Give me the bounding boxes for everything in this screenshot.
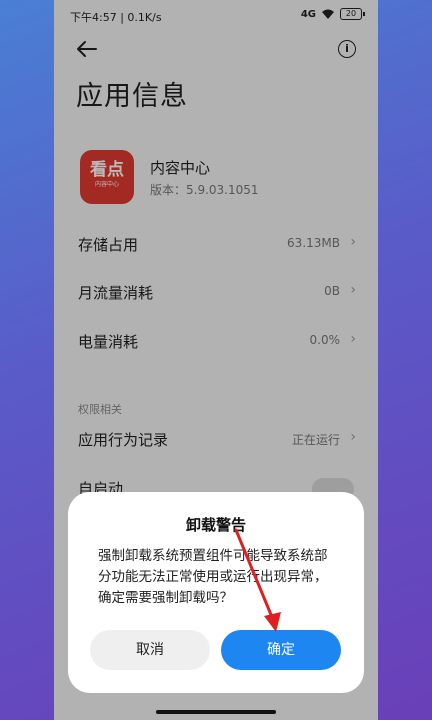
- confirm-button[interactable]: 确定: [221, 630, 341, 670]
- dialog-title: 卸载警告: [185, 516, 246, 534]
- dialog-message: 强制卸载系统预置组件可能导致系统部分功能无法正常使用或运行出现异常，确定需要强制…: [98, 548, 328, 606]
- uninstall-warning-dialog: 卸载警告 强制卸载系统预置组件可能导致系统部分功能无法正常使用或运行出现异常，确…: [68, 492, 364, 693]
- phone-screen: 下午4:57 | 0.1K/s 4G 20 i 应用信息 看点 内容中心 内容中…: [54, 0, 378, 720]
- home-indicator[interactable]: [156, 710, 276, 714]
- cancel-button[interactable]: 取消: [90, 630, 210, 670]
